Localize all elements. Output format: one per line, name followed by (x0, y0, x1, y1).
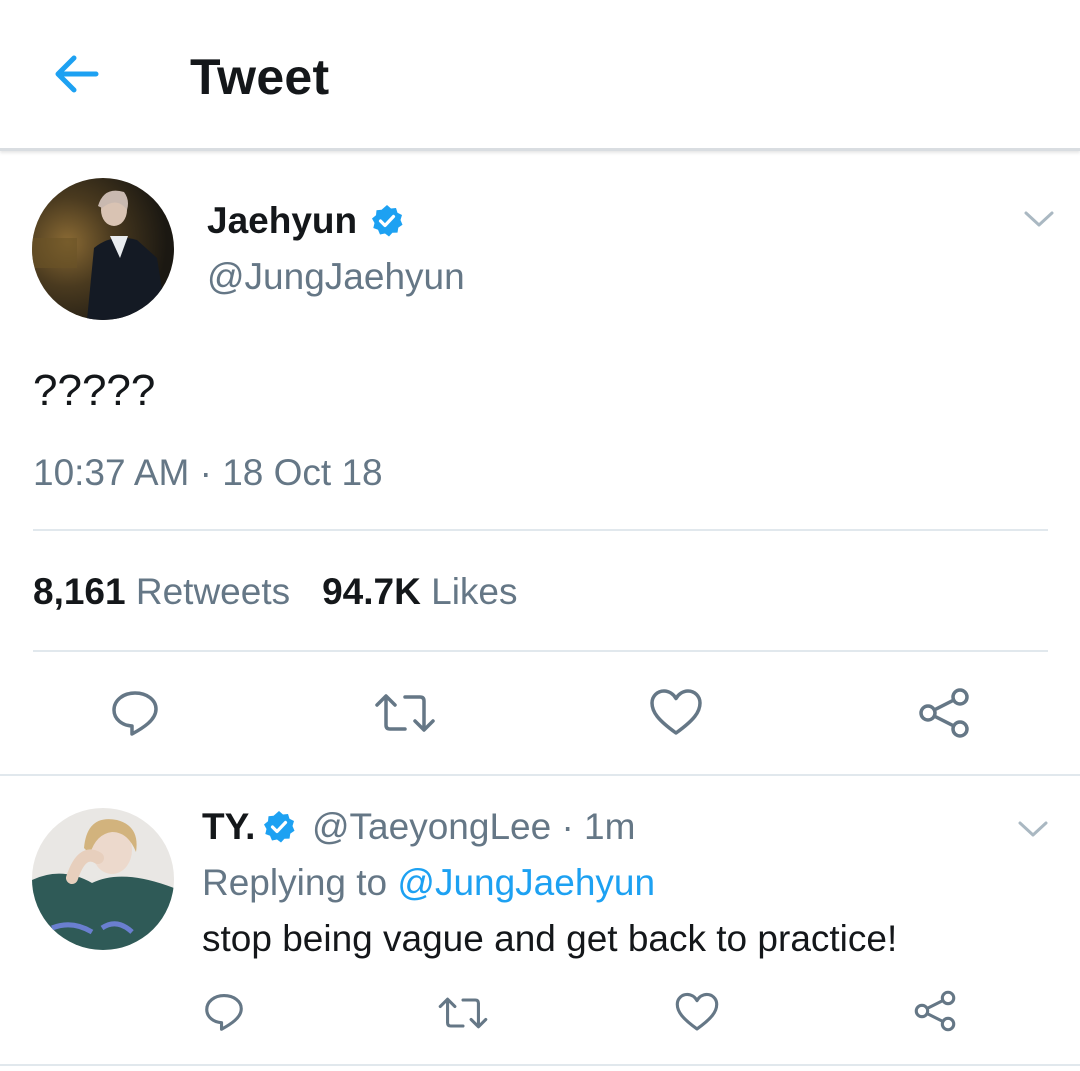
tweet-text: ????? (33, 366, 156, 415)
retweets-label: Retweets (135, 571, 291, 612)
share-button[interactable] (916, 686, 972, 740)
retweet-button[interactable] (373, 685, 437, 741)
reply-like-button[interactable] (674, 991, 720, 1034)
retweets-count: 8,161 (33, 571, 126, 612)
avatar-image (32, 178, 174, 320)
reply-button[interactable] (107, 685, 163, 741)
likes-label: Likes (431, 571, 518, 612)
arrow-left-icon (55, 55, 99, 93)
likes-count: 94.7K (322, 571, 421, 612)
chevron-down-icon (1024, 211, 1054, 227)
replying-to-line: Replying to @JungJaehyun (202, 862, 655, 904)
reply-author-avatar[interactable] (32, 808, 174, 950)
retweet-icon (438, 997, 488, 1029)
reply-icon (205, 994, 243, 1031)
tweet-timestamp: 10:37 AM · 18 Oct 18 (33, 452, 383, 493)
replying-to-prefix: Replying to (202, 862, 398, 903)
tweet-options-button[interactable] (1022, 208, 1056, 230)
avatar-image (32, 808, 174, 950)
reply-handle-and-time[interactable]: @TaeyongLee · 1m (312, 806, 635, 848)
retweets-stat[interactable]: 8,161 Retweets (33, 571, 290, 612)
author-handle[interactable]: @JungJaehyun (207, 256, 465, 298)
reply-text: stop being vague and get back to practic… (202, 918, 898, 959)
verified-badge-icon (262, 810, 296, 844)
back-button[interactable] (46, 50, 106, 98)
author-avatar[interactable] (32, 178, 174, 320)
divider (33, 650, 1048, 652)
chevron-down-icon (1018, 821, 1048, 837)
reply-icon (112, 691, 158, 736)
share-icon (914, 990, 956, 1032)
top-app-bar: Tweet (0, 0, 1080, 151)
divider (33, 529, 1048, 531)
divider (0, 1064, 1080, 1066)
heart-icon (650, 689, 702, 735)
reply-share-button[interactable] (912, 989, 958, 1033)
replying-to-mention-link[interactable]: @JungJaehyun (397, 862, 655, 903)
reply-reply-button[interactable] (201, 989, 247, 1035)
reply-retweet-button[interactable] (437, 990, 489, 1036)
reply-options-button[interactable] (1016, 818, 1050, 840)
like-button[interactable] (648, 687, 704, 739)
page-title: Tweet (190, 49, 330, 105)
divider (0, 774, 1080, 776)
tweet-stats: 8,161 Retweets 94.7K Likes (33, 571, 518, 613)
share-icon (919, 688, 969, 738)
author-display-name[interactable]: Jaehyun (207, 200, 357, 242)
retweet-icon (375, 694, 435, 732)
verified-badge-icon (370, 204, 404, 238)
heart-icon (675, 992, 719, 1031)
likes-stat[interactable]: 94.7K Likes (322, 571, 517, 612)
reply-author-display-name[interactable]: TY. (202, 806, 255, 848)
